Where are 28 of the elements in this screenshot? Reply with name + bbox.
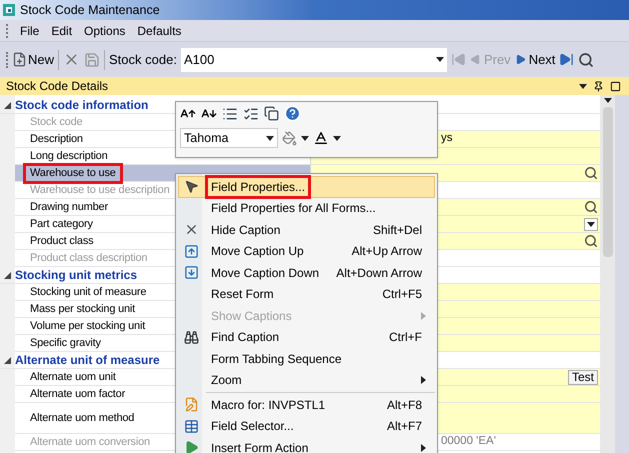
menu-item-label: Move Caption Down [210, 264, 320, 282]
menu-item-label: Form Tabbing Sequence [210, 350, 343, 368]
window-title: Stock Code Maintenance [20, 2, 160, 19]
menu-item-label: Find Caption [210, 329, 280, 346]
shortcut-text: Shift+Del [372, 222, 423, 239]
shortcut-text: Alt+F8 [386, 396, 423, 414]
shortcut-text: Alt+F7 [386, 418, 423, 436]
panel-title: Stock Code Details [6, 78, 108, 95]
menu-item-label: Hide Caption [210, 222, 282, 239]
menu-item-label: Zoom [210, 372, 243, 390]
menu-item-label: Show Captions [210, 308, 293, 325]
group-title: Stock code information [15, 96, 148, 114]
field-value: 00000 'EA' [441, 434, 496, 450]
shortcut-text: Alt+Down Arrow [336, 264, 423, 282]
menu-item-label: Field Properties... [208, 178, 308, 196]
menu-item-label: Field Selector... [210, 418, 295, 436]
shortcut-text: Alt+Up Arrow [352, 243, 423, 260]
shortcut-text: Ctrl+F5 [382, 286, 423, 304]
menu-item-label: Reset Form [210, 286, 275, 304]
menu-item-label: Macro for: INVPSTL1 [210, 396, 326, 414]
menu-item-label: Field Properties for All Forms... [210, 200, 377, 218]
group-title: Alternate unit of measure [15, 352, 160, 368]
stock-code-label: Stock code: [109, 50, 177, 69]
field-value: ys [441, 131, 452, 146]
shortcut-text: Ctrl+F [389, 329, 423, 346]
group-title: Stocking unit metrics [15, 266, 138, 284]
menu-item-label: Insert Form Action [210, 440, 310, 453]
menu-item-label: Move Caption Up [210, 243, 305, 260]
